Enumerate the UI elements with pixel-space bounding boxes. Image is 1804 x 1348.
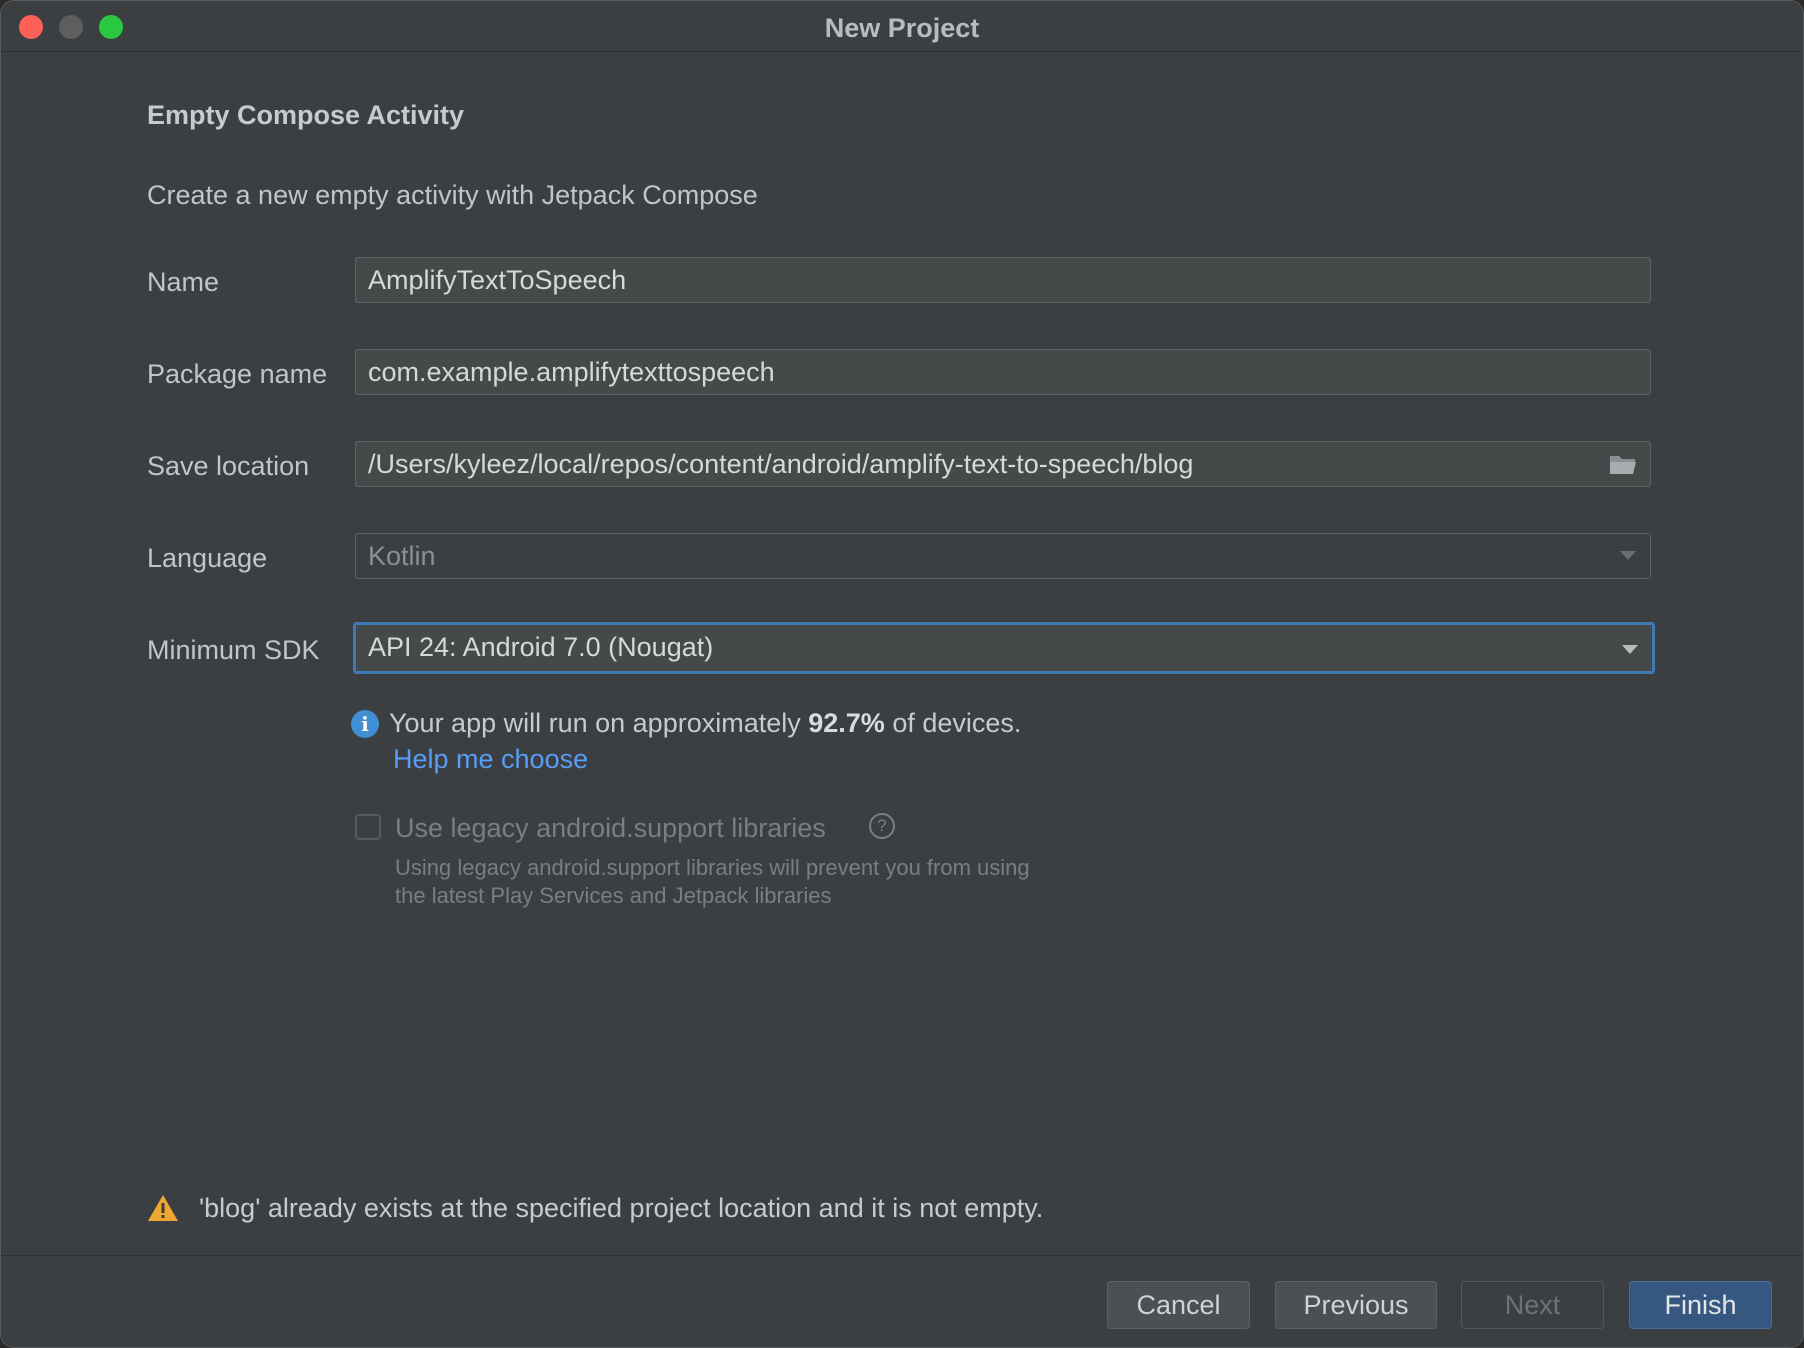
minimum-sdk-label: Minimum SDK <box>147 635 320 665</box>
legacy-note-line-2: the latest Play Services and Jetpack lib… <box>395 883 832 908</box>
coverage-suffix: of devices. <box>884 708 1022 738</box>
warning-message: 'blog' already exists at the specified p… <box>199 1193 1044 1223</box>
name-field[interactable]: AmplifyTextToSpeech <box>355 257 1651 303</box>
legacy-support-note: Using legacy android.support libraries w… <box>395 854 1095 910</box>
warning-icon <box>148 1195 178 1221</box>
legacy-support-label: Use legacy android.support libraries <box>395 813 826 843</box>
save-location-label: Save location <box>147 451 310 481</box>
package-name-label: Package name <box>147 359 328 389</box>
save-location-field[interactable]: /Users/kyleez/local/repos/content/androi… <box>355 441 1651 487</box>
coverage-percent: 92.7% <box>808 708 885 738</box>
legacy-note-line-1: Using legacy android.support libraries w… <box>395 855 1030 880</box>
help-me-choose-link[interactable]: Help me choose <box>393 744 588 775</box>
save-location-value: /Users/kyleez/local/repos/content/androi… <box>368 449 1194 479</box>
template-description: Create a new empty activity with Jetpack… <box>147 180 758 210</box>
chevron-down-icon <box>1622 645 1638 654</box>
language-value: Kotlin <box>368 541 436 571</box>
previous-button[interactable]: Previous <box>1275 1281 1437 1329</box>
device-coverage-text: Your app will run on approximately 92.7%… <box>389 708 1021 739</box>
title-bar: New Project <box>1 1 1803 52</box>
coverage-prefix: Your app will run on approximately <box>389 708 809 738</box>
new-project-dialog: New Project Empty Compose Activity Creat… <box>0 0 1804 1348</box>
legacy-support-checkbox[interactable] <box>355 814 381 840</box>
help-icon[interactable]: ? <box>869 813 895 839</box>
window-title: New Project <box>824 13 980 43</box>
dialog-footer: Cancel Previous Next Finish <box>1 1255 1803 1347</box>
language-label: Language <box>147 543 268 573</box>
language-select: Kotlin <box>355 533 1651 579</box>
info-icon: i <box>351 710 379 738</box>
template-heading: Empty Compose Activity <box>147 100 465 130</box>
package-name-field[interactable]: com.example.amplifytexttospeech <box>355 349 1651 395</box>
folder-icon[interactable] <box>1608 452 1638 476</box>
next-button: Next <box>1461 1281 1604 1329</box>
cancel-button[interactable]: Cancel <box>1107 1281 1250 1329</box>
finish-button[interactable]: Finish <box>1629 1281 1772 1329</box>
minimum-sdk-select[interactable]: API 24: Android 7.0 (Nougat) <box>353 622 1655 674</box>
name-value: AmplifyTextToSpeech <box>368 265 627 295</box>
minimum-sdk-value: API 24: Android 7.0 (Nougat) <box>368 632 714 662</box>
name-label: Name <box>147 267 220 297</box>
package-name-value: com.example.amplifytexttospeech <box>368 357 775 387</box>
chevron-down-icon <box>1620 551 1636 560</box>
